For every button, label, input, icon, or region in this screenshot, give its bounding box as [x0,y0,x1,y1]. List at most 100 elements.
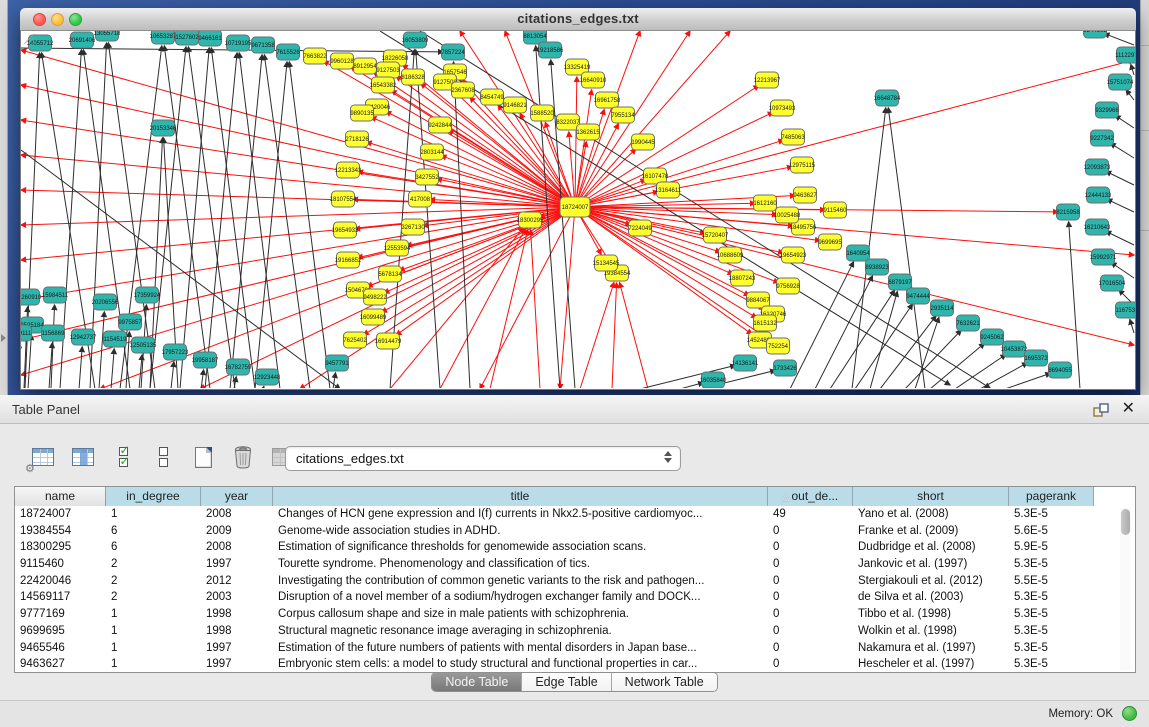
graph-node[interactable]: 18807243 [729,270,756,286]
graph-edge[interactable] [1106,171,1134,185]
graph-node[interactable]: 12213967 [754,72,781,88]
tab-node-table[interactable]: Node Table [432,673,522,691]
graph-node[interactable]: 9115460 [824,202,848,218]
graph-node[interactable]: 417008 [409,191,432,207]
table-row[interactable]: 969969511998Structural magnetic resonanc… [15,623,1135,640]
graph-node[interactable]: 17016504 [1099,275,1126,291]
table-row[interactable]: 946362711997Embryonic stem cells: a mode… [15,656,1135,673]
graph-node[interactable]: 1733426 [773,360,797,376]
graph-edge[interactable] [449,130,575,207]
graph-edge[interactable] [575,140,783,207]
graph-node[interactable]: 20691406 [69,32,96,48]
graph-node[interactable]: 9960128 [330,53,354,69]
graph-node[interactable]: 12213343 [335,162,362,178]
graph-node[interactable]: 12975115 [789,157,816,173]
graph-edge[interactable] [111,349,114,388]
graph-node[interactable]: 8694055 [1048,362,1072,378]
graph-edge[interactable] [230,55,262,388]
graph-edge[interactable] [1110,143,1134,158]
graph-edge[interactable] [21,207,575,300]
graph-node[interactable]: 7955134 [611,107,635,123]
graph-edge[interactable] [28,335,31,388]
graph-node[interactable]: 17957223 [162,344,189,360]
delete-column-icon[interactable] [230,444,256,470]
graph-edge[interactable] [551,60,575,388]
graph-node[interactable]: 1615132 [753,315,777,331]
graph-node[interactable]: 8186328 [401,69,425,85]
unselect-all-icon[interactable] [150,444,176,470]
graph-node[interactable]: 1156869 [42,325,66,341]
graph-node[interactable]: 25260910 [21,289,42,305]
graph-edge[interactable] [930,343,984,388]
graph-edge[interactable] [21,207,575,225]
graph-node[interactable]: 2367608 [451,82,475,98]
graph-node[interactable]: 7485063 [781,129,805,145]
column-header-pagerank[interactable]: pagerank [1009,487,1094,506]
graph-node[interactable]: 11122973 [1115,47,1135,63]
graph-node[interactable]: 9127503 [376,62,400,78]
graph-node[interactable]: 3919111 [21,325,32,341]
graph-node[interactable]: 10025488 [774,207,801,223]
column-header-title[interactable]: title [273,487,768,506]
resize-grip[interactable] [21,31,35,45]
column-header-short[interactable]: short [853,487,1009,506]
graph-node[interactable]: 6879197 [888,274,912,290]
panel-collapse-arrow-icon[interactable] [1,334,6,342]
graph-edge[interactable] [531,230,540,388]
graph-edge[interactable] [399,207,575,271]
graph-node[interactable]: 10688609 [717,247,744,263]
graph-node[interactable]: 8938923 [865,259,889,275]
table-row[interactable]: 1938455462009Genome-wide association stu… [15,523,1135,540]
graph-node[interactable]: 12942737 [70,329,97,345]
graph-node[interactable]: 12923448 [254,369,281,385]
graph-node[interactable]: 19218586 [537,42,564,58]
table-row[interactable]: 911546021997Tourette syndrome. Phenomeno… [15,556,1135,573]
graph-node[interactable]: 17359924 [134,287,161,303]
graph-node[interactable]: 1640954 [846,245,870,261]
graph-node[interactable]: 9227342 [1090,130,1114,146]
table-row[interactable]: 1456911722003Disruption of a novel membe… [15,589,1135,606]
table-row[interactable]: 1872400712008Changes of HCN gene express… [15,506,1135,523]
table-selector-dropdown[interactable]: citations_edges.txt [285,446,681,471]
graph-node[interactable]: 9242844 [428,117,452,133]
select-all-icon[interactable] [110,444,136,470]
graph-node[interactable]: 7224049 [628,220,652,236]
show-column-icon[interactable] [70,444,96,470]
graph-node[interactable]: 12505135 [130,337,157,353]
graph-node[interactable]: 1167533 [1116,302,1136,318]
graph-node[interactable]: 10653287 [150,31,177,44]
graph-edge[interactable] [1107,199,1134,212]
graph-node[interactable]: 5678134 [378,266,402,282]
graph-node[interactable]: 7625402 [343,332,367,348]
graph-edge[interactable] [1104,34,1134,45]
graph-node[interactable]: 9146821 [503,97,527,113]
memory-status-dot[interactable] [1122,706,1137,721]
graph-edge[interactable] [1005,373,1051,388]
graph-node[interactable]: 19654933 [332,222,359,238]
graph-node[interactable]: 13164611 [655,182,682,198]
graph-node[interactable]: 9463627 [793,187,817,203]
graph-edge[interactable] [575,77,577,207]
network-graph[interactable]: 1405571220691406130557181065328715276029… [21,31,1135,388]
graph-node[interactable]: 3427552 [415,169,439,185]
graph-edge[interactable] [575,207,1134,345]
graph-node[interactable]: 8454749 [480,89,504,105]
graph-edge[interactable] [1130,320,1134,333]
graph-node[interactable]: 16210643 [1084,219,1111,235]
graph-edge[interactable] [1115,116,1134,128]
table-row[interactable]: 1830029562008Estimation of significance … [15,539,1135,556]
close-icon[interactable]: ✕ [1122,399,1135,419]
graph-edge[interactable] [888,108,925,388]
graph-node[interactable]: 16543382 [370,77,397,93]
graph-node[interactable]: 16782759 [225,359,252,375]
graph-node[interactable]: 2803144 [420,144,444,160]
network-canvas[interactable]: 1405571220691406130557181065328715276029… [20,31,1136,390]
graph-node[interactable]: 15751074 [1107,74,1134,90]
graph-node[interactable]: 9671358 [251,37,275,53]
graph-node[interactable]: 1154519 [104,331,128,347]
column-header-in-degree[interactable]: in_degree [106,487,201,506]
graph-node[interactable]: 9975857 [118,314,142,330]
graph-edge[interactable] [569,132,575,207]
graph-node[interactable]: 19166852 [335,252,362,268]
graph-node[interactable]: 7857224 [441,44,465,60]
